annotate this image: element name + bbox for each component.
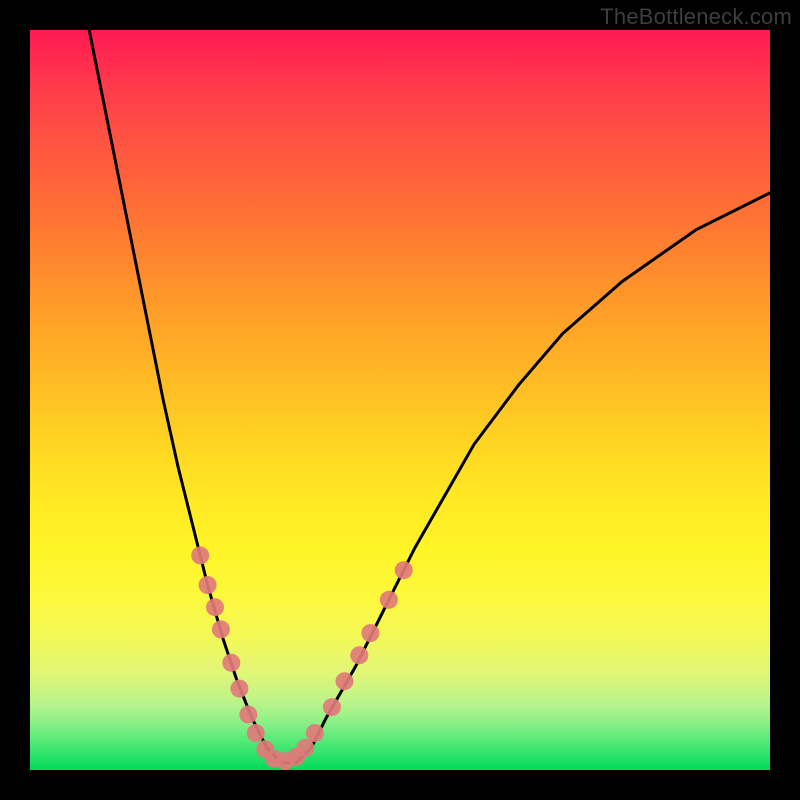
data-marker <box>296 739 314 757</box>
data-marker <box>199 576 217 594</box>
chart-svg <box>30 30 770 770</box>
data-marker <box>247 724 265 742</box>
chart-plot-area <box>30 30 770 770</box>
data-marker <box>230 680 248 698</box>
data-marker <box>395 561 413 579</box>
marker-layer <box>191 546 413 770</box>
data-marker <box>350 646 368 664</box>
data-marker <box>239 706 257 724</box>
data-marker <box>323 698 341 716</box>
bottleneck-curve <box>89 30 770 763</box>
data-marker <box>222 654 240 672</box>
data-marker <box>336 672 354 690</box>
curve-layer <box>89 30 770 763</box>
data-marker <box>306 724 324 742</box>
data-marker <box>212 620 230 638</box>
data-marker <box>380 591 398 609</box>
chart-frame: TheBottleneck.com <box>0 0 800 800</box>
data-marker <box>206 598 224 616</box>
watermark-text: TheBottleneck.com <box>600 4 792 30</box>
data-marker <box>361 624 379 642</box>
data-marker <box>191 546 209 564</box>
